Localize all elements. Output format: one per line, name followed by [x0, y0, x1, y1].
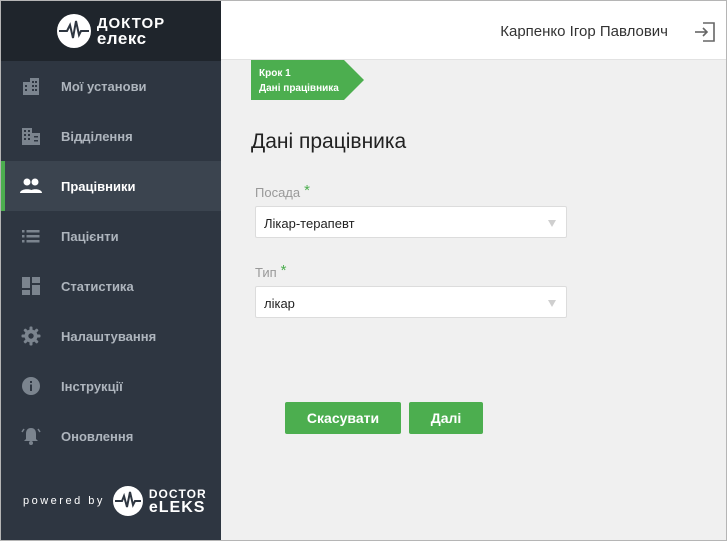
- logout-icon[interactable]: [694, 21, 716, 43]
- sidebar-item-label: Мої установи: [61, 78, 147, 94]
- building-icon: [20, 75, 42, 97]
- sidebar-item-label: Статистика: [61, 278, 134, 294]
- type-value: лікар: [264, 296, 295, 311]
- powered-by: powered by DOCTOR eLEKS: [23, 486, 207, 516]
- user-name: Карпенко Ігор Павлович: [500, 23, 668, 40]
- dropdown-arrow-icon: [548, 220, 556, 227]
- bell-icon: [20, 425, 42, 447]
- info-icon: [20, 375, 42, 397]
- step-indicator: Крок 1 Дані працівника: [251, 60, 364, 100]
- sidebar: ДОКТОР елекс Мої установи Відділення Пра…: [1, 1, 221, 540]
- powered-line2: eLEKS: [148, 499, 206, 516]
- main-content: Крок 1 Дані працівника Дані працівника П…: [221, 60, 726, 540]
- sidebar-item-label: Оновлення: [61, 428, 134, 444]
- logo-line2: елекс: [96, 29, 147, 48]
- sidebar-item-statistics[interactable]: Статистика: [1, 261, 221, 311]
- required-mark: *: [304, 182, 310, 199]
- sidebar-item-label: Працівники: [61, 178, 136, 194]
- position-value: Лікар-терапевт: [264, 216, 355, 231]
- dashboard-icon: [20, 275, 42, 297]
- type-select[interactable]: лікар: [255, 286, 567, 318]
- sidebar-item-label: Налаштування: [61, 328, 157, 344]
- sidebar-item-departments[interactable]: Відділення: [1, 111, 221, 161]
- dropdown-arrow-icon: [548, 300, 556, 307]
- position-select[interactable]: Лікар-терапевт: [255, 206, 567, 238]
- step-title: Крок 1: [259, 68, 291, 79]
- sidebar-item-patients[interactable]: Пацієнти: [1, 211, 221, 261]
- sidebar-item-institutions[interactable]: Мої установи: [1, 61, 221, 111]
- required-mark: *: [280, 262, 287, 279]
- powered-logo-text: DOCTOR eLEKS: [148, 488, 207, 516]
- people-icon: [20, 175, 42, 197]
- sidebar-item-updates[interactable]: Оновлення: [1, 411, 221, 461]
- office-icon: [20, 125, 42, 147]
- type-label: Тип *: [255, 262, 287, 281]
- list-icon: [20, 225, 42, 247]
- sidebar-item-label: Пацієнти: [61, 228, 119, 244]
- next-button[interactable]: Далі: [409, 402, 483, 434]
- page-title: Дані працівника: [251, 130, 407, 153]
- sidebar-item-employees[interactable]: Працівники: [1, 161, 221, 211]
- sidebar-item-label: Інструкції: [61, 378, 123, 394]
- step-subtitle: Дані працівника: [259, 83, 339, 94]
- position-label: Посада *: [255, 182, 310, 201]
- position-label-text: Посада: [255, 185, 301, 200]
- sidebar-item-label: Відділення: [61, 128, 133, 144]
- heartbeat-small-icon: [112, 486, 143, 516]
- gear-icon: [20, 325, 42, 347]
- sidebar-item-instructions[interactable]: Інструкції: [1, 361, 221, 411]
- logo-area: ДОКТОР елекс: [1, 1, 221, 61]
- sidebar-item-settings[interactable]: Налаштування: [1, 311, 221, 361]
- type-label-text: Тип: [255, 265, 277, 280]
- logo-text: ДОКТОР елекс: [96, 16, 165, 48]
- top-header: Карпенко Ігор Павлович: [221, 1, 726, 60]
- heartbeat-logo-icon: [56, 14, 91, 48]
- cancel-button[interactable]: Скасувати: [285, 402, 401, 434]
- powered-by-text: powered by: [23, 495, 105, 507]
- brand-logo[interactable]: ДОКТОР елекс: [56, 14, 165, 48]
